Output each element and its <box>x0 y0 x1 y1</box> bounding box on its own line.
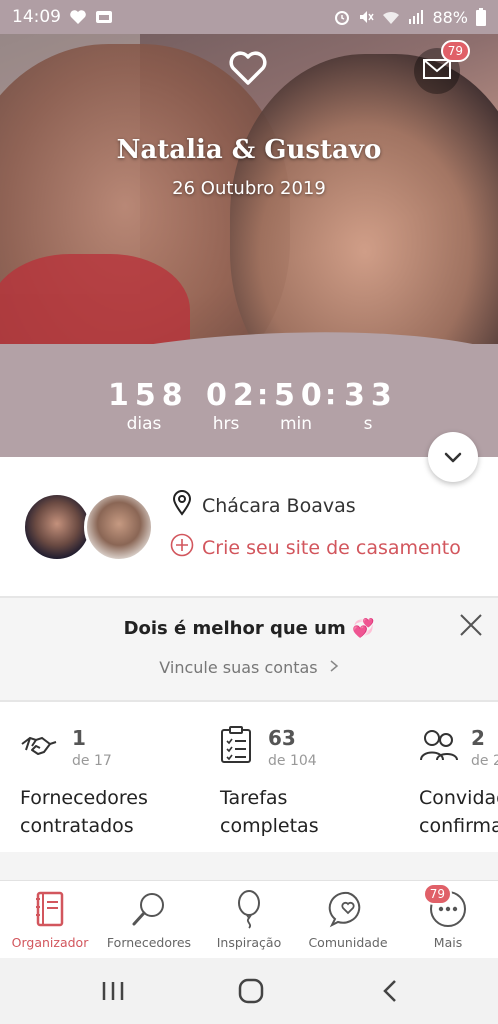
status-time: 14:09 <box>12 7 61 27</box>
recent-apps-icon[interactable] <box>98 978 128 1004</box>
stat-vendors-label: Fornecedores contratados <box>20 787 148 837</box>
chat-heart-icon <box>328 889 368 929</box>
heart-logo-icon <box>228 50 268 86</box>
envelope-icon <box>423 59 451 83</box>
link-accounts-link[interactable]: Vincule suas contas <box>0 658 498 677</box>
plus-circle-icon <box>170 533 194 562</box>
couple-names: Natalia & Gustavo <box>116 135 382 165</box>
more-icon: 79 <box>422 883 468 929</box>
nav-comunidade[interactable]: Comunidade <box>300 889 396 950</box>
nav-mais[interactable]: 79 Mais <box>400 883 496 950</box>
countdown-seconds-label: s <box>363 414 373 434</box>
heart-icon <box>69 9 87 25</box>
system-navigation-bar <box>0 958 498 1024</box>
venue-row[interactable]: Chácara Boavas <box>172 490 356 521</box>
countdown-days: 158 <box>108 378 189 413</box>
divider <box>0 700 498 702</box>
nav-label: Comunidade <box>308 935 388 950</box>
nav-label: Organizador <box>11 935 89 950</box>
checklist-icon <box>220 726 258 764</box>
countdown-minutes-label: min <box>279 414 313 434</box>
venue-name: Chácara Boavas <box>202 494 356 517</box>
avatar-groom[interactable] <box>84 492 154 562</box>
battery-icon <box>476 8 486 26</box>
stat-guests-total: de 2 <box>471 753 498 769</box>
stat-tasks-label: Tarefas completas <box>220 787 319 837</box>
promo-title: Dois é melhor que um 💞 <box>123 618 375 639</box>
alarm-icon <box>334 9 350 25</box>
guests-icon <box>419 726 458 764</box>
countdown-days-label: dias <box>126 414 162 434</box>
stat-tasks[interactable]: 63 de 104 Tarefas completas <box>220 726 400 846</box>
close-icon[interactable] <box>458 612 484 638</box>
countdown-seconds: 33 <box>344 378 398 413</box>
countdown-separator: : <box>257 378 269 411</box>
signal-icon <box>408 9 424 25</box>
stat-tasks-count: 63 <box>268 726 296 750</box>
countdown: 158 02 : 50 : 33 dias hrs min s <box>100 378 400 438</box>
link-accounts-banner: Dois é melhor que um 💞 Vincule suas cont… <box>0 598 498 700</box>
wifi-icon <box>382 9 400 25</box>
planner-icon <box>30 889 70 929</box>
battery-percent: 88% <box>432 7 468 27</box>
nav-label: Fornecedores <box>106 935 192 950</box>
avatar-bride[interactable] <box>22 492 92 562</box>
create-site-link[interactable]: Crie seu site de casamento <box>170 533 461 562</box>
stat-vendors[interactable]: 1 de 17 Fornecedores contratados <box>20 726 210 846</box>
promo-link-label: Vincule suas contas <box>159 658 318 677</box>
bottom-nav: Organizador Fornecedores Inspiração Comu… <box>0 880 498 958</box>
more-badge: 79 <box>422 883 452 905</box>
create-site-label: Crie seu site de casamento <box>202 536 461 559</box>
balloon-icon <box>229 889 269 929</box>
countdown-minutes: 50 <box>274 378 328 413</box>
back-icon[interactable] <box>376 978 406 1004</box>
countdown-hours: 02 <box>206 378 260 413</box>
nav-inspiracao[interactable]: Inspiração <box>201 889 297 950</box>
messages-button[interactable]: 79 <box>414 40 470 94</box>
nav-fornecedores[interactable]: Fornecedores <box>101 889 197 950</box>
location-pin-icon <box>172 490 192 521</box>
expand-button[interactable] <box>428 432 478 482</box>
home-icon[interactable] <box>236 978 266 1004</box>
search-icon <box>129 889 169 929</box>
nav-label: Mais <box>433 935 463 950</box>
gallery-icon <box>95 9 113 25</box>
chevron-right-icon <box>329 658 339 677</box>
mute-icon <box>358 9 375 25</box>
nav-organizador[interactable]: Organizador <box>2 889 98 950</box>
stat-tasks-total: de 104 <box>268 753 317 769</box>
stat-vendors-total: de 17 <box>72 753 112 769</box>
messages-badge: 79 <box>440 40 470 62</box>
status-bar: 14:09 88% <box>0 0 498 34</box>
stat-guests-count: 2 <box>471 726 485 750</box>
section-separator <box>0 852 498 880</box>
stat-vendors-count: 1 <box>72 726 86 750</box>
stat-guests-label: Convidados confirmados <box>419 787 498 837</box>
handshake-icon <box>20 726 58 764</box>
wedding-date: 26 Outubro 2019 <box>172 178 326 199</box>
countdown-hours-label: hrs <box>212 414 240 434</box>
stat-guests[interactable]: 2 de 2 Convidados confirmados <box>419 726 498 846</box>
countdown-separator: : <box>325 378 337 411</box>
chevron-down-icon <box>444 448 462 467</box>
nav-label: Inspiração <box>216 935 282 950</box>
